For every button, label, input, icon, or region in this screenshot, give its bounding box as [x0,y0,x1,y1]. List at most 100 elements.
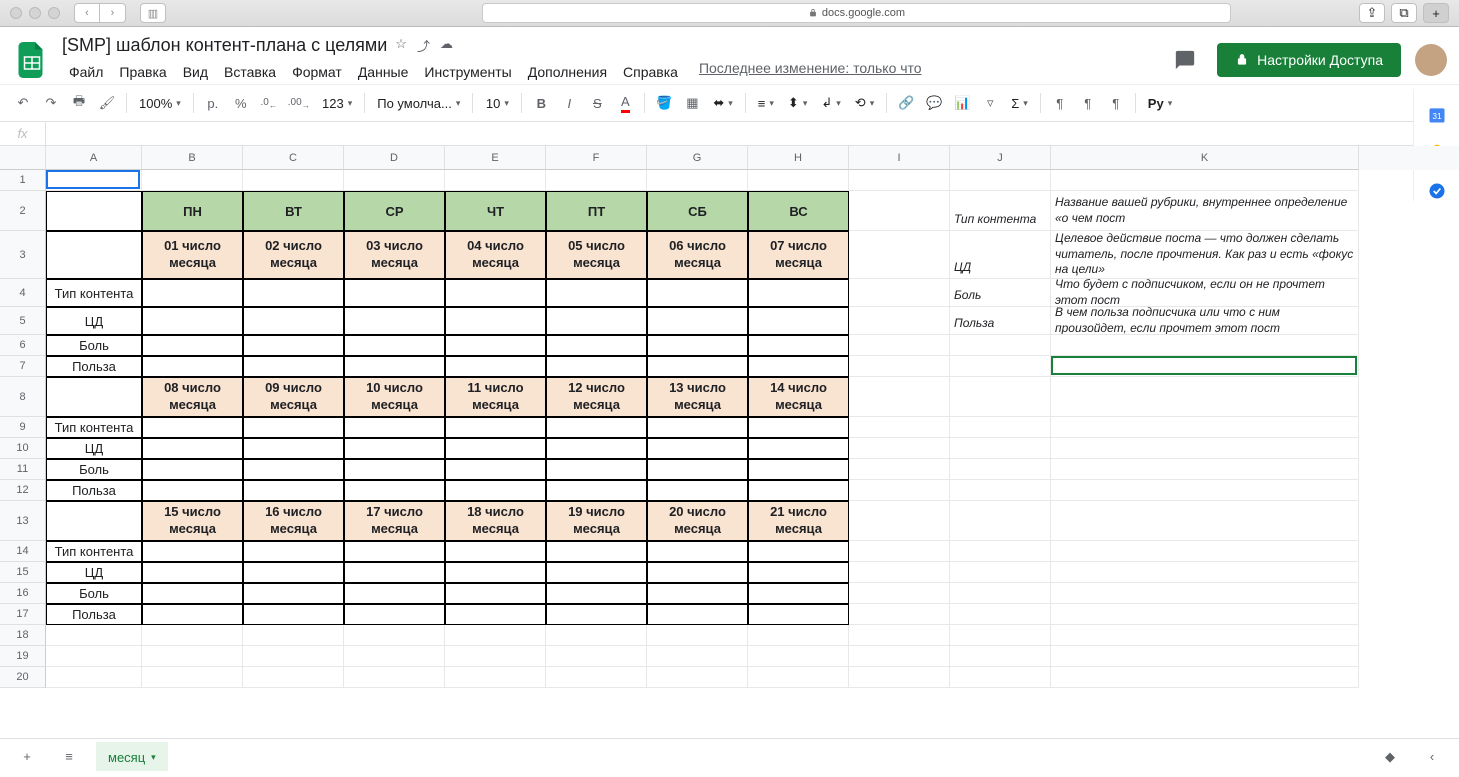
cell[interactable] [1051,646,1359,667]
row-header[interactable]: 10 [0,438,46,459]
cell[interactable] [142,459,243,480]
halign-button[interactable]: ≡ [752,90,780,116]
cell[interactable] [243,646,344,667]
cell[interactable] [546,667,647,688]
cell[interactable] [142,541,243,562]
share-button[interactable]: Настройки Доступа [1217,43,1401,77]
cell[interactable] [46,231,142,279]
cell[interactable]: СР [344,191,445,231]
cell[interactable]: 18 число месяца [445,501,546,541]
menu-file[interactable]: Файл [62,60,110,84]
col-header[interactable]: F [546,146,647,170]
new-tab[interactable]: + [1423,3,1449,23]
cell[interactable] [1051,667,1359,688]
functions-button[interactable]: Σ [1005,90,1034,116]
cell[interactable] [748,583,849,604]
wrap-button[interactable]: ↲ [815,90,846,116]
row-header[interactable]: 2 [0,191,46,231]
nav-back[interactable]: ‹ [74,3,100,23]
cell[interactable]: 03 число месяца [344,231,445,279]
cell[interactable] [647,335,748,356]
col-header[interactable]: C [243,146,344,170]
cell[interactable] [647,541,748,562]
cell[interactable]: 01 число месяца [142,231,243,279]
cell[interactable] [849,562,950,583]
increase-decimal-button[interactable]: .00→ [284,90,314,116]
cell[interactable] [243,417,344,438]
address-bar[interactable]: docs.google.com [482,3,1231,23]
cell[interactable] [1051,480,1359,501]
formula-input[interactable] [46,122,1459,145]
star-icon[interactable]: ☆ [395,36,407,55]
cell[interactable] [748,417,849,438]
row-header[interactable]: 5 [0,307,46,335]
cell[interactable] [647,604,748,625]
cell[interactable] [647,170,748,191]
cell[interactable]: 11 число месяца [445,377,546,417]
cell[interactable] [243,480,344,501]
cell[interactable] [748,459,849,480]
col-header[interactable]: H [748,146,849,170]
cell[interactable] [142,604,243,625]
row-header[interactable]: 15 [0,562,46,583]
cell[interactable]: ЧТ [445,191,546,231]
cell[interactable] [647,459,748,480]
cell[interactable] [849,335,950,356]
sidebar-toggle[interactable]: ▥ [140,3,166,23]
cell[interactable] [344,170,445,191]
cell[interactable] [647,307,748,335]
cell[interactable] [1051,459,1359,480]
cell[interactable] [46,646,142,667]
cell[interactable] [243,583,344,604]
link-button[interactable]: 🔗 [893,90,919,116]
cell[interactable] [445,438,546,459]
cell[interactable] [546,335,647,356]
cell[interactable] [1051,541,1359,562]
cell[interactable] [849,279,950,307]
nav-forward[interactable]: › [100,3,126,23]
menu-insert[interactable]: Вставка [217,60,283,84]
cell[interactable] [950,646,1051,667]
cell[interactable] [142,356,243,377]
cell[interactable] [344,583,445,604]
cell[interactable] [445,625,546,646]
font-select[interactable]: По умолча... [371,90,466,116]
row-header[interactable]: 9 [0,417,46,438]
text-color-button[interactable]: A [612,90,638,116]
cell[interactable] [950,459,1051,480]
cell[interactable] [647,417,748,438]
cell[interactable] [445,170,546,191]
cell[interactable]: Польза [46,604,142,625]
cell[interactable] [546,170,647,191]
col-header[interactable]: J [950,146,1051,170]
cell[interactable] [950,170,1051,191]
cell[interactable] [445,667,546,688]
row-header[interactable]: 14 [0,541,46,562]
cell[interactable]: Боль [46,335,142,356]
explore-button[interactable]: ◆ [1375,742,1405,772]
row-header[interactable]: 7 [0,356,46,377]
cell[interactable] [546,279,647,307]
cell[interactable]: Польза [950,307,1051,335]
cell[interactable] [1051,417,1359,438]
menu-data[interactable]: Данные [351,60,416,84]
all-sheets-button[interactable]: ≡ [54,742,84,772]
cell[interactable] [950,438,1051,459]
cell[interactable] [344,307,445,335]
cell[interactable]: ЦД [46,562,142,583]
cell[interactable] [950,377,1051,417]
cell[interactable] [546,562,647,583]
cell[interactable]: 19 число месяца [546,501,647,541]
cell[interactable] [950,501,1051,541]
cell[interactable] [950,335,1051,356]
zoom-select[interactable]: 100% [133,90,187,116]
cell[interactable] [445,562,546,583]
row-header[interactable]: 12 [0,480,46,501]
row-header[interactable]: 18 [0,625,46,646]
cell[interactable] [546,480,647,501]
cell[interactable] [1051,501,1359,541]
cell[interactable] [445,335,546,356]
cell[interactable] [344,667,445,688]
cell[interactable] [344,562,445,583]
font-size-select[interactable]: 10 [479,90,515,116]
